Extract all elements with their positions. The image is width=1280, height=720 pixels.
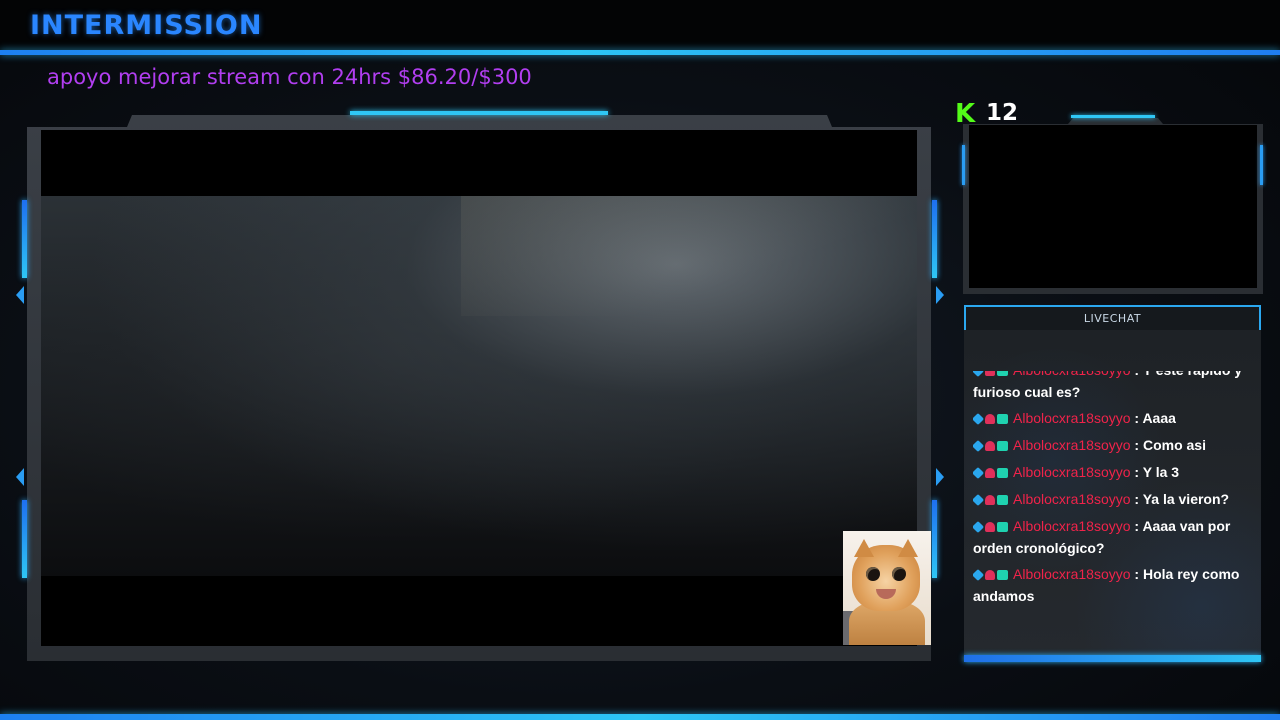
chat-username[interactable]: Albolocxra18soyyo xyxy=(1013,518,1131,534)
kick-logo-icon: K xyxy=(955,99,976,129)
heart-badge-icon xyxy=(985,495,995,505)
chat-username[interactable]: Albolocxra18soyyo xyxy=(1013,566,1131,582)
chat-message: Albolocxra18soyyo : Ya la vieron? xyxy=(973,489,1256,511)
cat-ear-right xyxy=(898,539,918,557)
top-accent-line xyxy=(0,50,1280,55)
verified-badge-icon xyxy=(973,520,985,534)
secondary-cam-left-accent xyxy=(962,145,965,185)
chat-message: Albolocxra18soyyo : Y este rapido y furi… xyxy=(973,371,1256,403)
heart-badge-icon xyxy=(985,468,995,478)
subscriber-badge-icon xyxy=(997,522,1008,532)
chat-message-text: Ya la vieron? xyxy=(1142,491,1230,507)
verified-badge-icon xyxy=(973,493,985,507)
verified-badge-icon xyxy=(973,371,985,378)
chat-badges xyxy=(973,371,1010,382)
frame-right-accent-lower xyxy=(932,500,937,578)
viewer-count: 12 xyxy=(986,100,1019,126)
gameplay-video xyxy=(41,130,917,646)
chat-message-text: Y la 3 xyxy=(1142,464,1180,480)
top-bar: INTERMISSION xyxy=(0,0,1280,50)
cat-eye-left xyxy=(866,567,880,581)
subscriber-badge-icon xyxy=(997,570,1008,580)
chat-message: Albolocxra18soyyo : Aaaa van por orden c… xyxy=(973,516,1256,559)
chat-badges xyxy=(973,490,1010,511)
video-road-scene xyxy=(41,196,917,576)
secondary-cam-right-accent xyxy=(1260,145,1263,185)
chat-badges xyxy=(973,409,1010,430)
cat-mouth xyxy=(876,589,896,599)
frame-left-notch-upper xyxy=(16,286,24,304)
chat-message: Albolocxra18soyyo : Y la 3 xyxy=(973,462,1256,484)
subscriber-badge-icon xyxy=(997,495,1008,505)
subscriber-badge-icon xyxy=(997,371,1008,376)
subscriber-badge-icon xyxy=(997,468,1008,478)
frame-left-notch-lower xyxy=(16,468,24,486)
frame-right-notch-lower xyxy=(936,468,944,486)
verified-badge-icon xyxy=(973,439,985,453)
donation-goal-text: apoyo mejorar stream con 24hrs $86.20/$3… xyxy=(47,65,532,89)
chat-separator: : xyxy=(1130,437,1143,453)
livechat-header: LIVECHAT xyxy=(964,305,1261,332)
secondary-cam-accent xyxy=(1071,115,1155,118)
verified-badge-icon xyxy=(973,568,985,582)
verified-badge-icon xyxy=(973,412,985,426)
chat-separator: : xyxy=(1130,566,1143,582)
subscriber-badge-icon xyxy=(997,414,1008,424)
chat-separator: : xyxy=(1130,491,1143,507)
chat-badges xyxy=(973,436,1010,457)
verified-badge-icon xyxy=(973,466,985,480)
chat-separator: : xyxy=(1130,518,1143,534)
chat-badges xyxy=(973,565,1010,586)
chat-message-text: Como asi xyxy=(1142,437,1206,453)
chat-message-list: Albolocxra18soyyo : Y este rapido y furi… xyxy=(973,371,1256,621)
heart-badge-icon xyxy=(985,522,995,532)
frame-right-accent-upper xyxy=(932,200,937,278)
frame-left-accent-lower xyxy=(22,500,27,578)
page-title: INTERMISSION xyxy=(30,10,263,41)
chat-separator: : xyxy=(1131,371,1143,378)
secondary-cam-video xyxy=(969,125,1257,288)
cat-ear-left xyxy=(854,539,874,557)
heart-badge-icon xyxy=(985,414,995,424)
heart-badge-icon xyxy=(985,371,995,376)
cat-eye-right xyxy=(892,567,906,581)
chat-separator: : xyxy=(1130,464,1143,480)
chat-username[interactable]: Albolocxra18soyyo xyxy=(1013,464,1131,480)
bottom-accent-line xyxy=(0,714,1280,720)
chat-message: Albolocxra18soyyo : Como asi xyxy=(973,435,1256,457)
chat-username[interactable]: Albolocxra18soyyo xyxy=(1013,437,1131,453)
chat-message-text: Aaaa xyxy=(1142,410,1176,426)
chat-message: Albolocxra18soyyo : Hola rey como andamo… xyxy=(973,564,1256,607)
chat-bottom-accent xyxy=(964,655,1261,662)
frame-left-accent-upper xyxy=(22,200,27,278)
heart-badge-icon xyxy=(985,570,995,580)
chat-badges xyxy=(973,517,1010,538)
chat-username[interactable]: Albolocxra18soyyo xyxy=(1013,371,1131,378)
chat-separator: : xyxy=(1130,410,1143,426)
heart-badge-icon xyxy=(985,441,995,451)
subscriber-badge-icon xyxy=(997,441,1008,451)
chat-username[interactable]: Albolocxra18soyyo xyxy=(1013,410,1131,426)
chat-message: Albolocxra18soyyo : Aaaa xyxy=(973,408,1256,430)
frame-top-accent xyxy=(350,111,608,115)
frame-right-notch-upper xyxy=(936,286,944,304)
chat-username[interactable]: Albolocxra18soyyo xyxy=(1013,491,1131,507)
cat-webcam-image xyxy=(843,531,931,645)
cat-head xyxy=(852,539,920,611)
chat-badges xyxy=(973,463,1010,484)
